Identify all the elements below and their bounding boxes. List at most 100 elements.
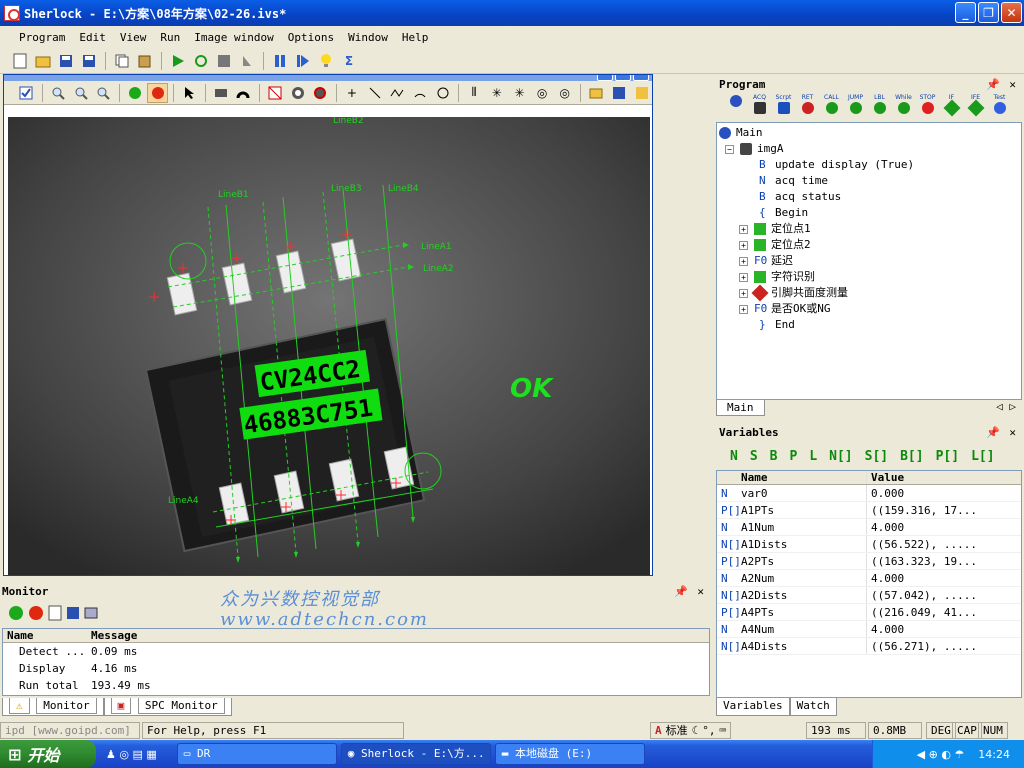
add-bool-button[interactable]: B — [770, 449, 778, 464]
column-message[interactable]: Message — [87, 629, 487, 642]
tree-item-ok-ng[interactable]: + F0 是否OK或NG — [739, 301, 831, 317]
pin-icon[interactable]: 📌 — [674, 585, 688, 598]
add-bool-array-button[interactable]: B[] — [900, 449, 923, 464]
folder-icon[interactable] — [586, 83, 607, 103]
arc-icon[interactable] — [410, 83, 431, 103]
jump-icon[interactable]: JUMP — [846, 94, 865, 120]
table-row[interactable]: Run total 193.49 ms — [3, 677, 709, 694]
tree-item-end[interactable]: } End — [759, 317, 795, 333]
tree-item-acq-time[interactable]: Nacq time — [759, 173, 828, 189]
task-dr[interactable]: ▭ DR — [176, 743, 337, 765]
add-line-array-button[interactable]: L[] — [971, 449, 994, 464]
pointer-icon[interactable] — [179, 83, 200, 103]
table-row[interactable]: Display 4.16 ms — [3, 660, 709, 677]
green-run-icon[interactable] — [125, 83, 146, 103]
copy-icon[interactable] — [112, 51, 132, 71]
tree-item-update-display[interactable]: Bupdate display (True) — [759, 157, 914, 173]
inspection-image[interactable]: LineB1 LineB2 LineB3 LineB4 LineA1 LineA… — [8, 117, 650, 575]
add-number-button[interactable]: N — [730, 449, 738, 464]
export-icon[interactable] — [631, 83, 652, 103]
table-row[interactable]: P[] A4PTs ((216.049, 41... — [717, 604, 1021, 621]
step-icon[interactable] — [237, 51, 257, 71]
properties-icon[interactable] — [16, 83, 37, 103]
monitor-start-icon[interactable] — [8, 605, 24, 624]
line-icon[interactable] — [364, 83, 385, 103]
table-row[interactable]: P[] A2PTs ((163.323, 19... — [717, 553, 1021, 570]
add-string-array-button[interactable]: S[] — [865, 449, 888, 464]
menu-edit[interactable]: Edit — [72, 31, 113, 44]
tree-item-acq-status[interactable]: Bacq status — [759, 189, 841, 205]
tree-item-coplanarity[interactable]: + 引脚共面度测量 — [739, 284, 848, 302]
save-image-icon[interactable] — [609, 83, 630, 103]
tree-item-main[interactable]: Main — [719, 125, 763, 141]
table-row[interactable]: Detect ... 0.09 ms — [3, 643, 709, 660]
add-line-button[interactable]: L — [809, 449, 817, 464]
menu-image-window[interactable]: Image window — [187, 31, 280, 44]
lightbulb-icon[interactable] — [316, 51, 336, 71]
tab-watch[interactable]: Watch — [789, 698, 837, 716]
clock[interactable]: 14:24 — [978, 748, 1010, 761]
table-row[interactable]: N[] A4Dists ((56.271), ..... — [717, 638, 1021, 655]
quicklaunch-icons[interactable]: ♟ ◎ ▤ ▦ — [106, 748, 157, 761]
ring-icon[interactable] — [287, 83, 308, 103]
pause-icon[interactable] — [270, 51, 290, 71]
menu-options[interactable]: Options — [281, 31, 341, 44]
spoke-icon[interactable]: ✳ — [487, 83, 508, 103]
run-loop-icon[interactable] — [191, 51, 211, 71]
tree-item-imga[interactable]: − imgA — [725, 141, 784, 157]
column-name[interactable]: Name — [3, 629, 87, 642]
zoom-fit-icon[interactable] — [93, 83, 114, 103]
menu-help[interactable]: Help — [395, 31, 436, 44]
tab-monitor[interactable]: ⚠ Monitor — [2, 698, 104, 716]
monitor-export-icon[interactable] — [84, 606, 100, 623]
menu-window[interactable]: Window — [341, 31, 395, 44]
tab-variables[interactable]: Variables — [716, 698, 790, 716]
add-string-button[interactable]: S — [750, 449, 758, 464]
open-folder-icon[interactable] — [33, 51, 53, 71]
ime-bar[interactable]: A 标准 ☾ °, ⌨ — [650, 721, 732, 739]
polyline-icon[interactable] — [387, 83, 408, 103]
table-row[interactable]: Nvar0 0.000 — [717, 485, 1021, 502]
save-icon[interactable] — [56, 51, 76, 71]
if-icon[interactable]: IF — [942, 94, 961, 120]
table-row[interactable]: N[] A1Dists ((56.522), ..... — [717, 536, 1021, 553]
monitor-new-icon[interactable] — [48, 605, 62, 624]
while-icon[interactable]: While — [894, 94, 913, 120]
sherlock-app-icon[interactable] — [4, 5, 20, 21]
menu-run[interactable]: Run — [153, 31, 187, 44]
concentric-circle-icon[interactable]: ◎ — [554, 83, 575, 103]
paste-icon[interactable] — [135, 51, 155, 71]
label-icon[interactable]: LBL — [870, 94, 889, 120]
red-stop-icon[interactable] — [147, 82, 168, 103]
restore-button[interactable]: ❐ — [978, 2, 999, 23]
tree-item-begin[interactable]: {Begin — [759, 205, 808, 221]
new-icon[interactable] — [10, 51, 30, 71]
stop-icon[interactable] — [214, 51, 234, 71]
pin-icon[interactable]: 📌 — [986, 78, 1000, 91]
ime-mode[interactable]: 标准 — [666, 723, 688, 738]
close-button[interactable]: ✕ — [1001, 2, 1022, 23]
tab-scroll-arrows-icon[interactable]: ◁ ▷ — [996, 400, 1016, 413]
menu-program[interactable]: Program — [12, 31, 72, 44]
tray-icons[interactable]: ◀ ⊕ ◐ ☂ — [917, 748, 965, 761]
sub-icon[interactable] — [726, 94, 745, 120]
save-all-icon[interactable] — [79, 51, 99, 71]
column-name[interactable]: Name — [739, 471, 867, 484]
keyboard-icon[interactable]: ⌨ — [720, 723, 727, 738]
monitor-stop-icon[interactable] — [28, 605, 44, 624]
tab-spc-monitor[interactable]: ▣ SPC Monitor — [103, 698, 232, 716]
table-row[interactable]: N[] A2Dists ((57.042), ..... — [717, 587, 1021, 604]
zoom-in-icon[interactable] — [48, 83, 69, 103]
start-button[interactable]: ⊞ 开始 — [0, 740, 96, 768]
circle-icon[interactable] — [432, 83, 453, 103]
sigma-icon[interactable]: Σ — [339, 51, 359, 71]
test-icon[interactable]: Test — [990, 94, 1009, 120]
close-icon[interactable]: ✕ — [1009, 426, 1016, 439]
tree-item-ocr[interactable]: + 字符识别 — [739, 269, 815, 285]
table-row[interactable]: N A2Num 4.000 — [717, 570, 1021, 587]
task-local-disk[interactable]: ▬ 本地磁盘 (E:) — [494, 743, 645, 765]
tree-item-locate1[interactable]: + 定位点1 — [739, 221, 811, 237]
close-icon[interactable]: ✕ — [697, 585, 704, 598]
circle-roi-icon[interactable] — [310, 83, 331, 103]
table-row[interactable]: P[] A1PTs ((159.316, 17... — [717, 502, 1021, 519]
